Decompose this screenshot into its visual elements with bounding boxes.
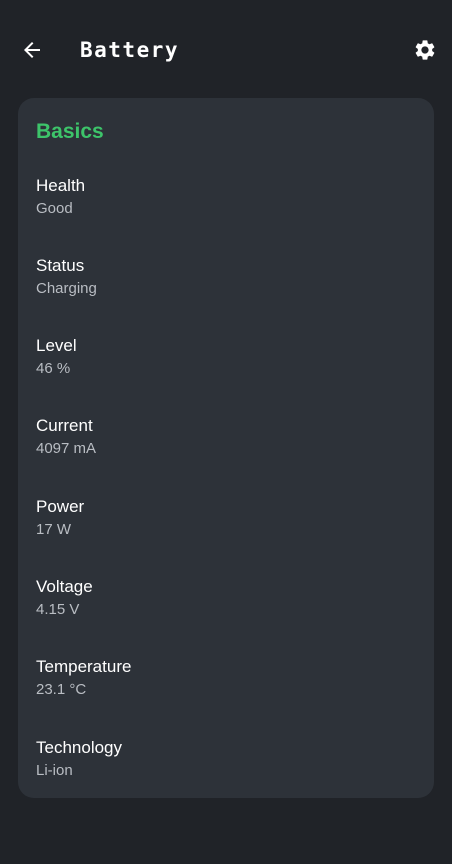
- info-row-voltage[interactable]: Voltage 4.15 V: [18, 576, 434, 646]
- row-label: Power: [36, 497, 85, 516]
- row-label: Health: [36, 176, 86, 195]
- row-label: Temperature: [36, 657, 132, 676]
- basics-card: Basics Health Good Status Charging Level…: [18, 98, 434, 798]
- row-value: Good: [36, 200, 73, 217]
- arrow-left-icon: [24, 42, 40, 58]
- info-row-health[interactable]: Health Good: [18, 175, 434, 245]
- page-title: Battery: [80, 38, 180, 62]
- row-label: Current: [36, 416, 93, 435]
- row-value: 23.1 °C: [36, 681, 87, 698]
- row-value: 17 W: [36, 521, 72, 538]
- row-value: 4097 mA: [36, 440, 97, 457]
- row-label: Technology: [36, 738, 123, 757]
- row-label: Level: [36, 336, 77, 355]
- settings-button[interactable]: [407, 32, 443, 68]
- row-value: Li-ion: [36, 762, 73, 779]
- back-button[interactable]: [14, 32, 50, 68]
- info-row-temperature[interactable]: Temperature 23.1 °C: [18, 656, 434, 726]
- info-row-technology[interactable]: Technology Li-ion: [18, 737, 434, 807]
- info-row-level[interactable]: Level 46 %: [18, 335, 434, 405]
- gear-icon: [415, 40, 435, 60]
- info-row-current[interactable]: Current 4097 mA: [18, 415, 434, 485]
- row-label: Voltage: [36, 577, 93, 596]
- app-bar: Battery: [0, 0, 452, 100]
- info-row-status[interactable]: Status Charging: [18, 255, 434, 325]
- row-value: Charging: [36, 280, 97, 297]
- info-row-power[interactable]: Power 17 W: [18, 496, 434, 566]
- section-title-basics: Basics: [36, 120, 104, 143]
- row-value: 46 %: [36, 360, 71, 377]
- row-label: Status: [36, 256, 85, 275]
- row-value: 4.15 V: [36, 601, 80, 618]
